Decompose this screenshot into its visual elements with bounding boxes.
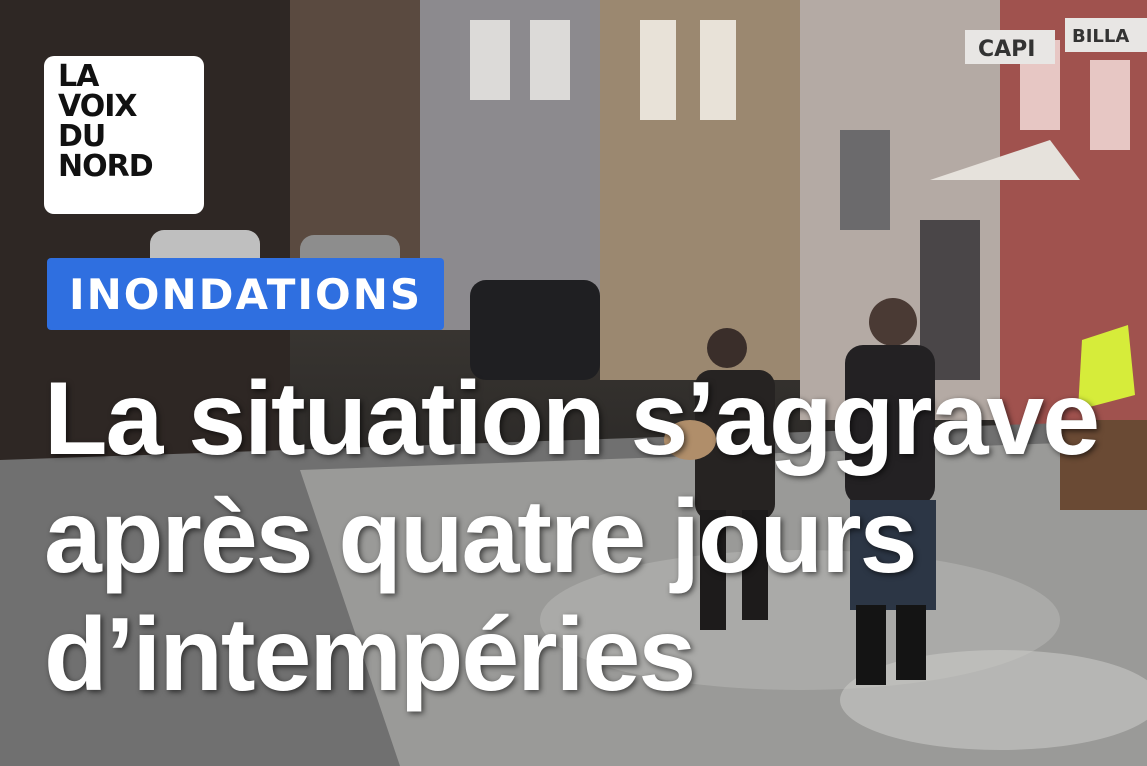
shop-sign-2-text: BILLA (1072, 26, 1129, 47)
newspaper-logo: LA VOIX DU NORD (58, 62, 178, 182)
category-tag-label: INONDATIONS (69, 269, 423, 319)
headline: La situation s’aggrave après quatre jour… (44, 360, 1124, 714)
article-thumbnail: CAPI BILLA LA VOIX DU NORD INONDATIONS L… (0, 0, 1147, 766)
headline-line-3: d’intempéries (44, 597, 696, 713)
headline-line-1: La situation s’aggrave (44, 361, 1100, 477)
headline-line-2: après quatre jours (44, 479, 917, 595)
logo-line-1: LA (58, 59, 99, 94)
logo-line-3: DU (58, 119, 106, 154)
shop-sign-text: CAPI (978, 37, 1035, 62)
logo-line-2: VOIX (58, 89, 138, 124)
category-tag: INONDATIONS (47, 258, 445, 330)
logo-line-4: NORD (58, 149, 154, 184)
